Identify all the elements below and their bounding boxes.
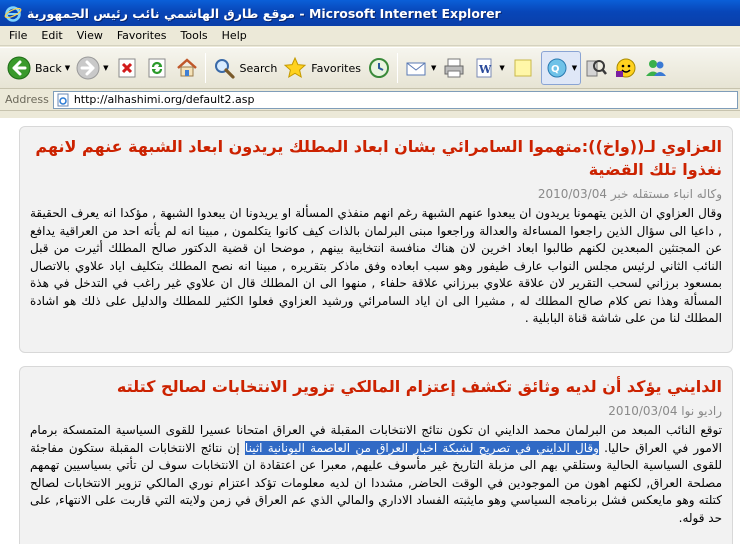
mail-dropdown-icon[interactable]: ▼ — [431, 64, 436, 72]
stop-icon — [118, 58, 135, 78]
home-icon — [176, 58, 197, 77]
selected-text: وقال الدايني في تصريح لشبكة اخبار العراق… — [244, 440, 599, 455]
article-date: 2010/03/04 — [537, 187, 607, 201]
article-body: وقال العزاوي ان الذين يتهمونا يريدون ان … — [30, 206, 722, 325]
back-label: Back — [35, 61, 62, 75]
internet-explorer-icon — [4, 6, 22, 22]
toolbar-separator — [397, 53, 398, 83]
window-title-bar: موقع طارق الهاشمي نائب رئيس الجمهورية - … — [0, 0, 740, 26]
research-button[interactable] — [581, 51, 611, 85]
page-content: العزاوي لـ((واخ)):متهموا السامرائي بشان … — [0, 112, 740, 544]
address-input[interactable]: http://alhashimi.org/default2.asp — [52, 90, 738, 109]
address-label: Address — [5, 93, 49, 106]
toolbar-separator — [204, 53, 206, 83]
back-dropdown-icon[interactable]: ▼ — [65, 64, 70, 72]
msn-messenger-button[interactable] — [641, 51, 671, 85]
discuss-button[interactable] — [508, 51, 538, 85]
article-meta: وكاله انباء مستقله خبر 2010/03/04 — [30, 186, 722, 202]
messenger-icon: Q — [547, 58, 567, 78]
mail-icon — [406, 62, 426, 76]
article-source: راديو نوا — [681, 404, 722, 418]
forward-dropdown-icon[interactable]: ▼ — [103, 64, 108, 72]
article-headline[interactable]: العزاوي لـ((واخ)):متهموا السامرائي بشان … — [30, 135, 722, 181]
news-article: الدايني يؤكد أن لديه وثائق تكشف إعتزام ا… — [19, 366, 733, 544]
note-icon — [514, 59, 532, 77]
favorites-star-icon — [284, 56, 307, 79]
menu-tools[interactable]: Tools — [174, 27, 215, 45]
edit-button[interactable]: W ▼ — [469, 51, 507, 85]
refresh-button[interactable] — [142, 51, 172, 85]
msn-buddies-icon — [646, 60, 667, 76]
news-article: العزاوي لـ((واخ)):متهموا السامرائي بشان … — [19, 126, 733, 353]
history-button[interactable] — [364, 51, 394, 85]
article-source: وكاله انباء مستقله خبر — [610, 187, 722, 201]
menu-view[interactable]: View — [70, 27, 110, 45]
address-url: http://alhashimi.org/default2.asp — [73, 93, 255, 106]
window-title: موقع طارق الهاشمي نائب رئيس الجمهورية - … — [27, 5, 501, 21]
research-icon — [586, 60, 608, 77]
favorites-button[interactable]: Favorites — [280, 51, 364, 85]
messenger-addon-button[interactable]: Q ▼ — [540, 51, 582, 85]
svg-text:W: W — [478, 63, 492, 76]
forward-arrow-icon — [76, 56, 100, 80]
menu-edit[interactable]: Edit — [34, 27, 69, 45]
favorites-label: Favorites — [311, 61, 361, 75]
edit-dropdown-icon[interactable]: ▼ — [499, 64, 504, 72]
back-button[interactable]: Back ▼ — [4, 51, 73, 85]
messenger-dropdown-icon[interactable]: ▼ — [572, 64, 577, 72]
menu-bar: File Edit View Favorites Tools Help — [0, 26, 740, 46]
toolbar: Back ▼ ▼ Search Favorites ▼ W ▼ Q ▼ — [0, 47, 740, 89]
page-icon — [57, 93, 69, 106]
home-button[interactable] — [172, 51, 202, 85]
search-label: Search — [239, 61, 278, 75]
article-meta: راديو نوا 2010/03/04 — [30, 403, 722, 419]
article-body: توقع النائب المبعد من البرلمان محمد الدا… — [30, 422, 722, 527]
menu-file[interactable]: File — [2, 27, 34, 45]
menu-help[interactable]: Help — [215, 27, 254, 45]
print-button[interactable] — [439, 51, 469, 85]
menu-favorites[interactable]: Favorites — [110, 27, 174, 45]
history-icon — [369, 58, 389, 78]
search-icon — [214, 59, 235, 79]
article-headline[interactable]: الدايني يؤكد أن لديه وثائق تكشف إعتزام ا… — [30, 375, 722, 398]
yahoo-smiley-icon — [616, 58, 636, 78]
refresh-icon — [148, 58, 165, 78]
printer-icon — [444, 58, 464, 78]
yahoo-messenger-button[interactable] — [611, 51, 641, 85]
forward-button[interactable]: ▼ — [73, 51, 111, 85]
content-top-strip — [0, 112, 740, 118]
mail-button[interactable]: ▼ — [401, 51, 439, 85]
svg-text:Q: Q — [551, 64, 560, 75]
word-document-icon: W — [476, 58, 492, 78]
address-bar: Address http://alhashimi.org/default2.as… — [0, 89, 740, 111]
back-arrow-icon — [7, 56, 31, 80]
search-button[interactable]: Search — [209, 51, 281, 85]
stop-button[interactable] — [112, 51, 142, 85]
article-date: 2010/03/04 — [608, 404, 678, 418]
